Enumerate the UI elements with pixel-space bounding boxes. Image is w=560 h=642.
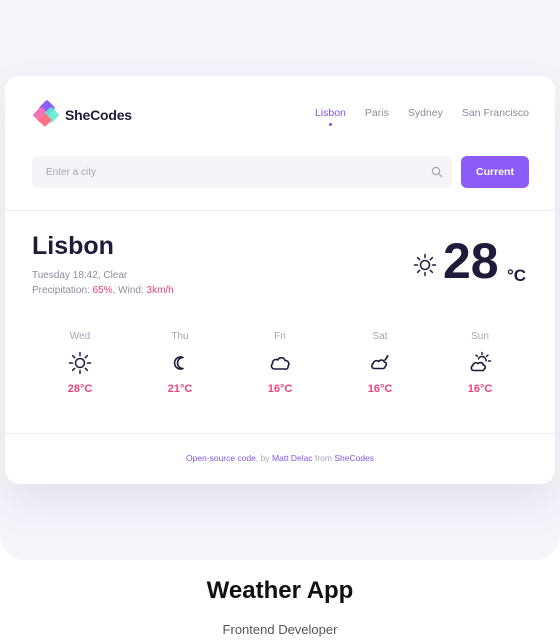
forecast-day-name: Fri <box>274 331 286 342</box>
footer: Open-source code, by Matt Delac from She… <box>5 453 555 463</box>
forecast-day: Fri 16°C <box>230 331 330 401</box>
shecodes-link[interactable]: SheCodes <box>334 453 374 463</box>
forecast-day: Sun 16°C <box>430 331 530 401</box>
forecast-day: Wed 28°C <box>30 331 130 401</box>
city-nav: Lisbon Paris Sydney San Francisco <box>296 107 529 126</box>
wind-label: , Wind: <box>112 285 147 296</box>
logo[interactable]: SheCodes <box>32 100 132 130</box>
wind-value: 3km/h <box>146 285 174 296</box>
search-icon[interactable] <box>431 166 443 178</box>
header: SheCodes Lisbon Paris Sydney San Francis… <box>32 98 555 128</box>
caption-subtitle: Frontend Developer <box>222 622 338 637</box>
search-input[interactable] <box>32 156 452 188</box>
temperature-unit[interactable]: °C <box>507 266 526 286</box>
weather-details: Precipitation: 65%, Wind: 3km/h <box>32 285 174 296</box>
source-code-link[interactable]: Open-source code <box>186 453 256 463</box>
rain-cloud-icon <box>371 355 389 370</box>
footer-text: from <box>312 453 335 463</box>
forecast-temperature: 16°C <box>467 383 493 395</box>
current-location-button[interactable]: Current <box>461 156 529 188</box>
moon-icon <box>173 356 184 370</box>
sun-icon <box>68 351 92 375</box>
caption-title: Weather App <box>206 577 354 604</box>
weather-card: SheCodes Lisbon Paris Sydney San Francis… <box>5 76 555 484</box>
cloud-icon <box>270 356 290 370</box>
forecast-temperature: 28°C <box>67 383 93 395</box>
forecast-temperature: 16°C <box>367 383 393 395</box>
nav-item-sydney[interactable]: Sydney <box>408 107 443 119</box>
divider <box>5 210 555 211</box>
forecast-day: Thu 21°C <box>130 331 230 401</box>
forecast: Wed 28°C Thu 21°C Fri 16°C Sat 16°C Sun … <box>30 331 530 401</box>
precipitation-value: 65% <box>92 285 113 296</box>
precipitation-label: Precipitation: <box>32 285 93 296</box>
sun-icon <box>413 253 437 277</box>
sun-cloud-icon <box>470 351 492 372</box>
nav-item-paris[interactable]: Paris <box>365 107 389 119</box>
search-bar <box>32 156 452 188</box>
forecast-day-name: Sun <box>471 331 489 342</box>
forecast-temperature: 16°C <box>267 383 293 395</box>
forecast-day-name: Wed <box>69 331 91 342</box>
forecast-day-name: Thu <box>171 331 189 342</box>
current-temperature: 28 <box>443 233 499 289</box>
author-link[interactable]: Matt Delac <box>272 453 313 463</box>
divider <box>5 433 555 434</box>
footer-text: , by <box>255 453 272 463</box>
forecast-day: Sat 16°C <box>330 331 430 401</box>
nav-item-san-francisco[interactable]: San Francisco <box>462 107 529 119</box>
city-name: Lisbon <box>32 232 114 260</box>
forecast-temperature: 21°C <box>167 383 193 395</box>
shecodes-logo-icon <box>33 100 59 127</box>
nav-item-lisbon[interactable]: Lisbon <box>315 107 346 126</box>
brand-name: SheCodes <box>65 107 132 123</box>
weather-description: Tuesday 18:42, Clear <box>32 270 128 281</box>
forecast-day-name: Sat <box>372 331 388 342</box>
